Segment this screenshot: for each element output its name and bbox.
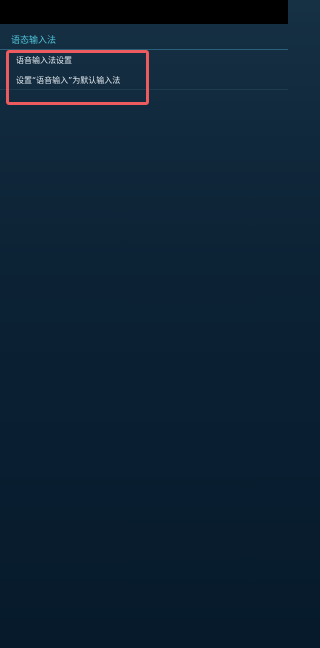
section-title: 语态输入法 <box>11 36 57 46</box>
menu-item-set-default-input[interactable]: 设置“语音输入”为默认输入法 <box>16 75 120 86</box>
menu-item-voice-input-settings[interactable]: 语音输入法设置 <box>16 55 72 66</box>
section-divider <box>0 49 288 50</box>
list-divider <box>0 89 288 90</box>
status-bar <box>0 0 288 24</box>
